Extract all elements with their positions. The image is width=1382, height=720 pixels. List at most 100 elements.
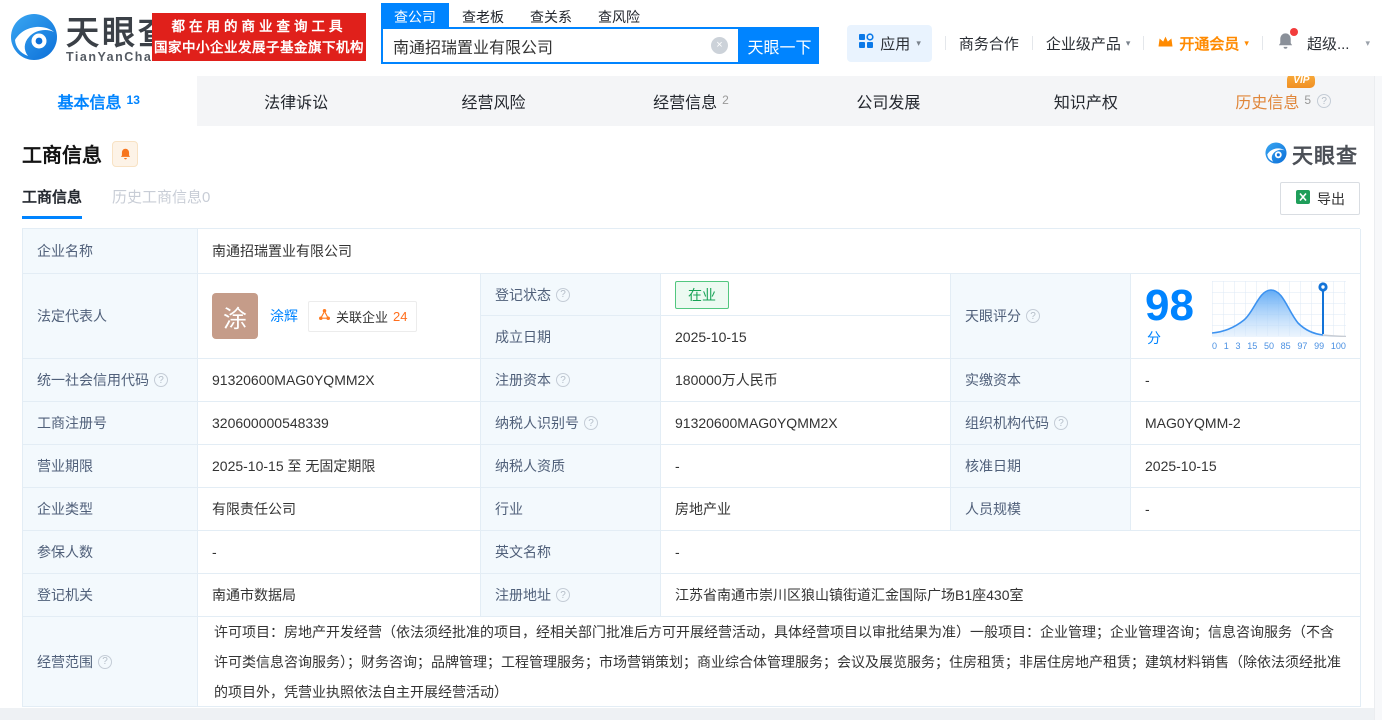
- score-distribution-chart: 0131550859799100: [1212, 281, 1346, 351]
- subtabs: 工商信息 历史工商信息0: [22, 186, 210, 219]
- account-menu[interactable]: 超级...: [1307, 33, 1350, 54]
- subtab-history-business-info[interactable]: 历史工商信息0: [112, 186, 210, 219]
- excel-icon: [1295, 189, 1311, 208]
- taxpayer-id-label: 纳税人识别号?: [481, 402, 661, 445]
- establish-date-value: 2025-10-15: [661, 316, 951, 359]
- reg-authority-value: 南通市数据局: [198, 574, 481, 617]
- tab-label: 经营风险: [462, 89, 526, 113]
- divider: [945, 36, 946, 50]
- reg-capital-value: 180000万人民币: [661, 359, 951, 402]
- account-name: 超级...: [1307, 33, 1350, 54]
- header-nav: 应用 ▾ 商务合作 企业级产品 ▾ 开通会员 ▾: [847, 24, 1370, 62]
- help-icon[interactable]: ?: [584, 416, 598, 430]
- reg-address-value: 江苏省南通市崇川区狼山镇街道汇金国际广场B1座430室: [661, 574, 1361, 617]
- help-icon[interactable]: ?: [1026, 309, 1040, 323]
- score-number: 98: [1145, 281, 1194, 330]
- promo-line1: 都在用的商业查询工具: [172, 16, 347, 37]
- tab-legal-litigation[interactable]: 法律诉讼: [197, 76, 394, 126]
- apps-grid-icon: [858, 33, 874, 53]
- taxpayer-qualification-label: 纳税人资质: [481, 445, 661, 488]
- divider: [1032, 36, 1033, 50]
- chevron-down-icon[interactable]: ▾: [1365, 38, 1370, 49]
- reg-status-value: 在业: [661, 274, 951, 316]
- vip-label: 开通会员: [1179, 33, 1239, 54]
- business-scope-value: 许可项目：房地产开发经营（依法须经批准的项目，经相关部门批准后方可开展经营活动，…: [198, 617, 1361, 707]
- tab-operating-info[interactable]: 经营信息 2: [592, 76, 789, 126]
- scrollbar-track[interactable]: [1374, 76, 1382, 720]
- status-badge: 在业: [675, 281, 729, 309]
- nav-business-cooperation[interactable]: 商务合作: [959, 33, 1019, 54]
- tab-label: 经营信息: [653, 89, 717, 113]
- approval-date-value: 2025-10-15: [1131, 445, 1361, 488]
- chart-x-axis: 0131550859799100: [1212, 341, 1346, 351]
- enterprise-label: 企业级产品: [1046, 33, 1121, 54]
- search-input[interactable]: [393, 37, 711, 55]
- uscc-value: 91320600MAG0YQMM2X: [198, 359, 481, 402]
- tab-company-development[interactable]: 公司发展: [790, 76, 987, 126]
- insured-count-label: 参保人数: [23, 531, 198, 574]
- search-box: ×: [381, 27, 740, 64]
- tab-count: 2: [722, 93, 729, 107]
- tab-count: 5: [1304, 93, 1311, 107]
- establish-date-label: 成立日期: [481, 316, 661, 359]
- paid-capital-value: -: [1131, 359, 1361, 402]
- tab-label: 公司发展: [856, 89, 920, 113]
- company-type-value: 有限责任公司: [198, 488, 481, 531]
- help-icon[interactable]: ?: [98, 655, 112, 669]
- nav-enterprise-products[interactable]: 企业级产品 ▾: [1046, 33, 1131, 54]
- apps-menu-button[interactable]: 应用 ▾: [847, 25, 932, 62]
- legal-rep-name-link[interactable]: 涂辉: [270, 306, 298, 326]
- divider: [1262, 36, 1263, 50]
- export-label: 导出: [1317, 189, 1345, 209]
- company-type-label: 企业类型: [23, 488, 198, 531]
- tab-label: 法律诉讼: [264, 89, 328, 113]
- search-button[interactable]: 天眼一下: [740, 27, 819, 64]
- staff-size-label: 人员规模: [951, 488, 1131, 531]
- approval-date-label: 核准日期: [951, 445, 1131, 488]
- watermark-logo: 天眼查: [1265, 140, 1358, 170]
- tab-history-info[interactable]: VIP 历史信息 5 ?: [1185, 76, 1382, 126]
- tab-label: 历史信息: [1235, 95, 1299, 112]
- promo-banner: 都在用的商业查询工具 国家中小企业发展子基金旗下机构: [152, 13, 366, 61]
- tab-operating-risk[interactable]: 经营风险: [395, 76, 592, 126]
- business-term-value: 2025-10-15 至 无固定期限: [198, 445, 481, 488]
- clear-search-icon[interactable]: ×: [711, 37, 728, 54]
- promo-line2: 国家中小企业发展子基金旗下机构: [154, 37, 364, 58]
- business-info-section: 工商信息 天眼查 工商信息 历史工商信息0: [0, 126, 1382, 708]
- subscribe-bell-icon[interactable]: [112, 141, 138, 167]
- paid-capital-label: 实缴资本: [951, 359, 1131, 402]
- legal-rep-label: 法定代表人: [23, 274, 198, 359]
- help-icon[interactable]: ?: [154, 373, 168, 387]
- help-icon[interactable]: ?: [1054, 416, 1068, 430]
- help-icon[interactable]: ?: [556, 288, 570, 302]
- help-icon[interactable]: ?: [1317, 94, 1331, 108]
- nav-open-vip[interactable]: 开通会员 ▾: [1157, 33, 1249, 54]
- export-button[interactable]: 导出: [1280, 182, 1360, 215]
- tab-intellectual-property[interactable]: 知识产权: [987, 76, 1184, 126]
- vip-badge: VIP: [1287, 74, 1315, 88]
- related-count: 24: [393, 309, 407, 324]
- section-title: 工商信息: [22, 139, 102, 168]
- reg-status-label: 登记状态?: [481, 274, 661, 316]
- related-companies-badge[interactable]: 关联企业 24: [308, 301, 417, 332]
- tab-count: 13: [127, 93, 140, 107]
- subtab-business-info[interactable]: 工商信息: [22, 186, 82, 219]
- reg-number-label: 工商注册号: [23, 402, 198, 445]
- business-term-label: 营业期限: [23, 445, 198, 488]
- score-label: 天眼评分?: [951, 274, 1131, 359]
- watermark-text: 天眼查: [1292, 140, 1358, 170]
- reg-address-label: 注册地址?: [481, 574, 661, 617]
- reg-number-value: 320600000548339: [198, 402, 481, 445]
- help-icon[interactable]: ?: [556, 373, 570, 387]
- legal-rep-avatar[interactable]: 涂: [212, 293, 258, 339]
- notification-bell-icon[interactable]: [1276, 31, 1295, 55]
- industry-label: 行业: [481, 488, 661, 531]
- tab-label: 知识产权: [1054, 89, 1118, 113]
- tab-label: 基本信息: [58, 89, 122, 113]
- help-icon[interactable]: ?: [556, 588, 570, 602]
- score-value: 98分: [1131, 274, 1361, 359]
- org-code-value: MAG0YQMM-2: [1131, 402, 1361, 445]
- reg-capital-label: 注册资本?: [481, 359, 661, 402]
- tianyancha-logo-icon: [10, 13, 58, 66]
- tab-basic-info[interactable]: 基本信息 13: [0, 76, 197, 126]
